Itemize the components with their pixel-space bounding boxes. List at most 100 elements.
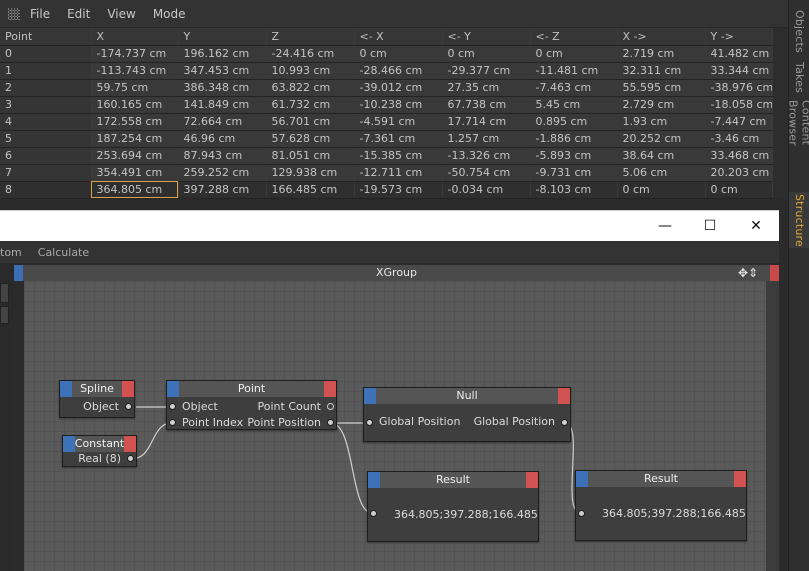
table-cell[interactable]: 55.595 cm [617,79,706,97]
grip-icon[interactable] [8,7,20,20]
tab-content-browser[interactable]: Content Browser [787,100,809,188]
menu-custom[interactable]: tom [0,246,22,259]
column-header[interactable]: X -> [617,28,706,46]
table-cell[interactable]: 59.75 cm [91,79,179,97]
table-cell[interactable]: -12.711 cm [354,164,443,182]
table-cell[interactable]: 67.738 cm [442,96,531,114]
table-cell[interactable]: -18.058 cm [705,96,773,114]
table-cell[interactable]: -19.573 cm [354,181,443,199]
table-cell[interactable]: -28.466 cm [354,62,443,80]
node-result-2-header[interactable]: Result [576,471,746,487]
node-constant[interactable]: Constant Real (8) [62,435,137,467]
node-spline-header[interactable]: Spline [60,381,134,397]
table-row[interactable]: 8 364.805 cm 397.288 cm 166.485 cm -19.573 c… [0,181,773,199]
table-cell[interactable]: -7.447 cm [705,113,773,131]
table-cell[interactable]: 61.732 cm [266,96,355,114]
table-cell[interactable]: 87.943 cm [178,147,267,165]
port-result-2-in[interactable] [578,510,585,517]
menu-edit[interactable]: Edit [67,7,90,21]
close-button[interactable]: ✕ [733,211,779,241]
table-cell[interactable]: 41.482 cm [705,45,773,63]
table-cell[interactable]: 259.252 cm [178,164,267,182]
node-result-1-input-pin[interactable] [368,472,380,488]
table-cell[interactable]: 33.344 cm [705,62,773,80]
node-result-2-input-pin[interactable] [576,471,588,487]
table-cell[interactable]: 10.993 cm [266,62,355,80]
table-cell[interactable]: 0 cm [442,45,531,63]
xgroup-output-pin[interactable] [770,265,779,281]
table-cell[interactable]: -3.46 cm [705,130,773,148]
table-cell[interactable]: 0 cm [705,181,773,199]
table-cell[interactable]: 187.254 cm [91,130,179,148]
port-point-index-in[interactable] [169,419,176,426]
node-point-header[interactable]: Point [167,381,336,397]
minimize-button[interactable]: — [642,211,688,241]
table-cell[interactable]: 20.203 cm [705,164,773,182]
table-cell[interactable]: 33.468 cm [705,147,773,165]
table-cell[interactable]: -39.012 cm [354,79,443,97]
table-cell[interactable]: -50.754 cm [442,164,531,182]
menu-mode[interactable]: Mode [153,7,186,21]
tab-takes[interactable]: Takes [789,60,809,96]
table-cell[interactable]: -15.385 cm [354,147,443,165]
table-cell[interactable]: 5.06 cm [617,164,706,182]
table-cell[interactable]: 129.938 cm [266,164,355,182]
table-cell[interactable]: -9.731 cm [530,164,618,182]
node-point-output-pin[interactable] [324,381,336,397]
column-header[interactable]: <- Z [530,28,618,46]
table-cell[interactable]: -1.886 cm [530,130,618,148]
table-cell[interactable]: 1.93 cm [617,113,706,131]
point-index-cell[interactable]: 3 [0,96,92,114]
column-header[interactable]: Point [0,28,92,46]
table-cell[interactable]: -10.238 cm [354,96,443,114]
table-cell[interactable]: -11.481 cm [530,62,618,80]
table-cell[interactable]: 56.701 cm [266,113,355,131]
table-cell[interactable]: 1.257 cm [442,130,531,148]
menu-calculate[interactable]: Calculate [38,246,89,259]
move-scale-icon[interactable]: ✥⇕ [738,265,758,281]
tab-structure[interactable]: Structure [789,192,809,248]
table-cell[interactable]: -4.591 cm [354,113,443,131]
table-row[interactable]: 6 253.694 cm 87.943 cm 81.051 cm -15.385 cm -… [0,147,773,165]
table-cell[interactable]: 0.895 cm [530,113,618,131]
table-cell[interactable]: 160.165 cm [91,96,179,114]
table-row[interactable]: 4 172.558 cm 72.664 cm 56.701 cm -4.591 cm 17… [0,113,773,131]
table-cell[interactable]: 172.558 cm [91,113,179,131]
table-row[interactable]: 0 -174.737 cm 196.162 cm -24.416 cm 0 cm 0 cm… [0,45,773,63]
node-point-input-pin[interactable] [167,381,179,397]
column-header[interactable]: Y -> [705,28,773,46]
toolbar-tool-icon[interactable] [0,283,9,303]
node-constant-header[interactable]: Constant [63,436,136,452]
table-cell[interactable]: 166.485 cm [266,181,355,199]
table-cell[interactable]: -7.463 cm [530,79,618,97]
table-cell[interactable]: 32.311 cm [617,62,706,80]
table-cell[interactable]: 81.051 cm [266,147,355,165]
table-cell[interactable]: 0 cm [354,45,443,63]
table-cell[interactable]: 0 cm [530,45,618,63]
node-spline-input-pin[interactable] [60,381,72,397]
toolbar-tool-icon-2[interactable] [0,306,9,324]
maximize-button[interactable]: ☐ [687,211,733,241]
table-cell[interactable]: 364.805 cm [91,181,179,199]
table-cell[interactable]: -38.976 cm [705,79,773,97]
port-null-globalpos-out[interactable] [561,419,568,426]
table-cell[interactable]: -0.034 cm [442,181,531,199]
port-point-position-out[interactable] [327,419,334,426]
table-cell[interactable]: 2.719 cm [617,45,706,63]
column-header[interactable]: <- Y [442,28,531,46]
table-row[interactable]: 5 187.254 cm 46.96 cm 57.628 cm -7.361 cm 1.2… [0,130,773,148]
xgroup-input-pin[interactable] [14,265,23,281]
table-row[interactable]: 3 160.165 cm 141.849 cm 61.732 cm -10.238 cm… [0,96,773,114]
node-result-1-output-pin[interactable] [526,472,538,488]
table-cell[interactable]: -8.103 cm [530,181,618,199]
table-cell[interactable]: 57.628 cm [266,130,355,148]
node-null-output-pin[interactable] [558,388,570,404]
table-cell[interactable]: 46.96 cm [178,130,267,148]
port-result-1-in[interactable] [370,510,377,517]
point-index-cell[interactable]: 6 [0,147,92,165]
table-row[interactable]: 7 354.491 cm 259.252 cm 129.938 cm -12.711 c… [0,164,773,182]
table-cell[interactable]: 20.252 cm [617,130,706,148]
table-cell[interactable]: -174.737 cm [91,45,179,63]
table-cell[interactable]: 72.664 cm [178,113,267,131]
table-row[interactable]: 1 -113.743 cm 347.453 cm 10.993 cm -28.466 c… [0,62,773,80]
